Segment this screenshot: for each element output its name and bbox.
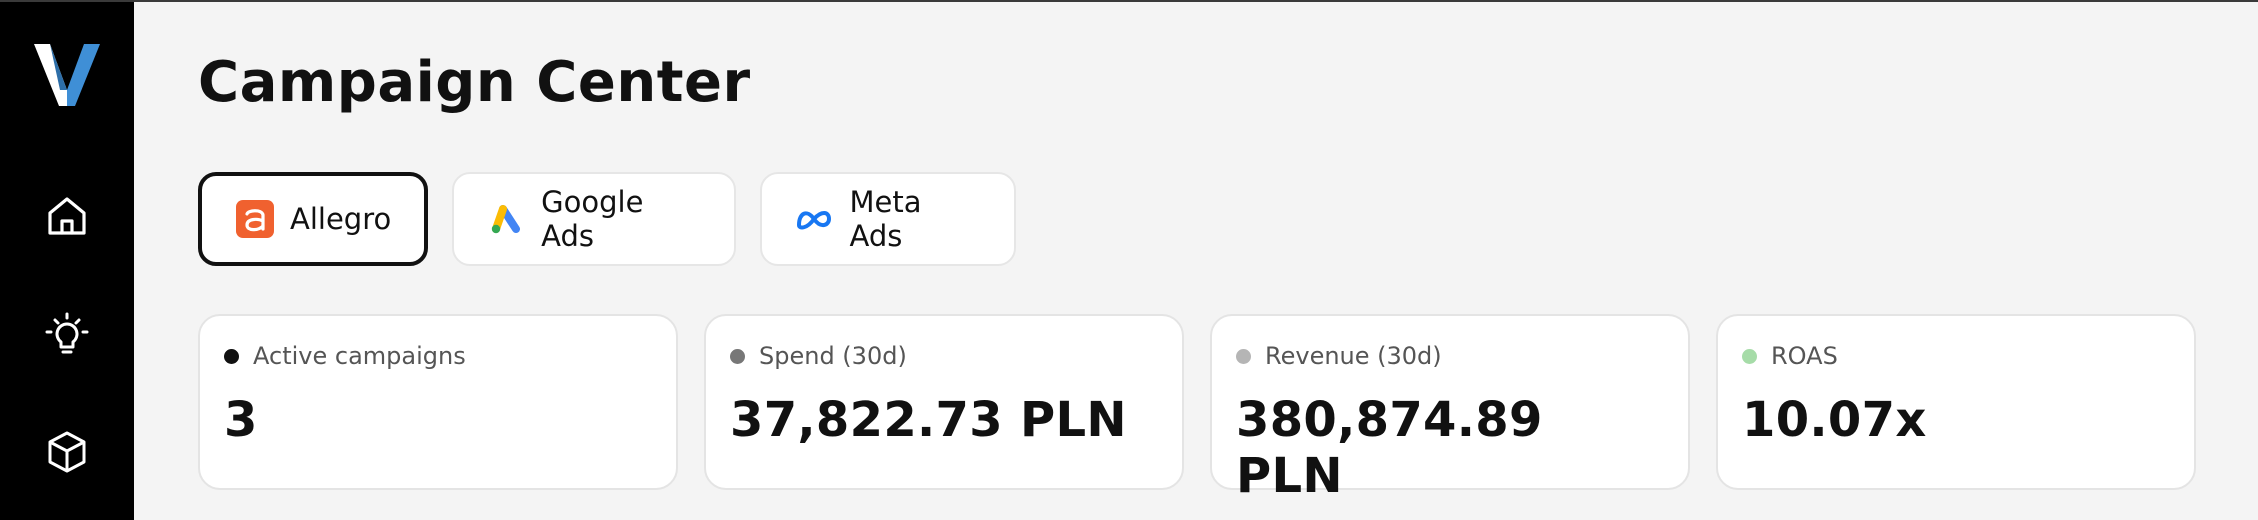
stat-value: 37,822.73 PLN bbox=[730, 392, 1127, 448]
stat-value: 10.07x bbox=[1742, 392, 1927, 448]
cube-icon bbox=[44, 429, 90, 479]
lightbulb-icon bbox=[43, 310, 91, 362]
stat-label-row: Revenue (30d) bbox=[1236, 342, 1664, 370]
stat-label: Spend (30d) bbox=[759, 342, 907, 370]
stat-card-active-campaigns: Active campaigns 3 bbox=[198, 314, 678, 490]
meta-icon bbox=[794, 199, 834, 239]
stat-label-row: Active campaigns bbox=[224, 342, 652, 370]
tab-meta-ads[interactable]: Meta Ads bbox=[760, 172, 1016, 266]
stat-card-roas: ROAS 10.07x bbox=[1716, 314, 2196, 490]
stat-value: 380,874.89 PLN bbox=[1236, 392, 1543, 504]
stat-label: ROAS bbox=[1771, 342, 1838, 370]
platform-tabs: Allegro Google Ads Meta Ads bbox=[198, 172, 1016, 266]
stat-label-row: Spend (30d) bbox=[730, 342, 1158, 370]
tab-label: Google Ads bbox=[541, 185, 644, 253]
stat-value: 3 bbox=[224, 392, 258, 448]
google-ads-icon bbox=[486, 199, 525, 239]
home-icon bbox=[44, 193, 90, 243]
sidebar-item-products[interactable] bbox=[35, 422, 99, 486]
tab-allegro[interactable]: Allegro bbox=[198, 172, 428, 266]
app-window: Campaign Center Allegro Google Ads Meta … bbox=[0, 0, 2258, 520]
stat-label: Revenue (30d) bbox=[1265, 342, 1442, 370]
stats-row: Active campaigns 3 Spend (30d) 37,822.73… bbox=[198, 314, 2196, 504]
status-dot bbox=[1236, 348, 1251, 364]
tab-label: Meta Ads bbox=[849, 185, 922, 253]
tab-google-ads[interactable]: Google Ads bbox=[452, 172, 736, 266]
stat-label-row: ROAS bbox=[1742, 342, 2170, 370]
tab-label: Allegro bbox=[290, 202, 392, 236]
allegro-icon bbox=[236, 199, 274, 239]
status-dot bbox=[730, 348, 745, 364]
sidebar-item-home[interactable] bbox=[35, 186, 99, 250]
stat-card-revenue: Revenue (30d) 380,874.89 PLN bbox=[1210, 314, 1690, 504]
page-title: Campaign Center bbox=[198, 50, 751, 115]
status-dot bbox=[224, 348, 239, 364]
main-content: Campaign Center Allegro Google Ads Meta … bbox=[134, 2, 2258, 520]
sidebar bbox=[0, 2, 134, 520]
stat-label: Active campaigns bbox=[253, 342, 466, 370]
brand-v-logo-icon[interactable] bbox=[34, 44, 100, 106]
sidebar-item-ideas[interactable] bbox=[35, 304, 99, 368]
stat-card-spend: Spend (30d) 37,822.73 PLN bbox=[704, 314, 1184, 490]
status-dot bbox=[1742, 348, 1757, 364]
